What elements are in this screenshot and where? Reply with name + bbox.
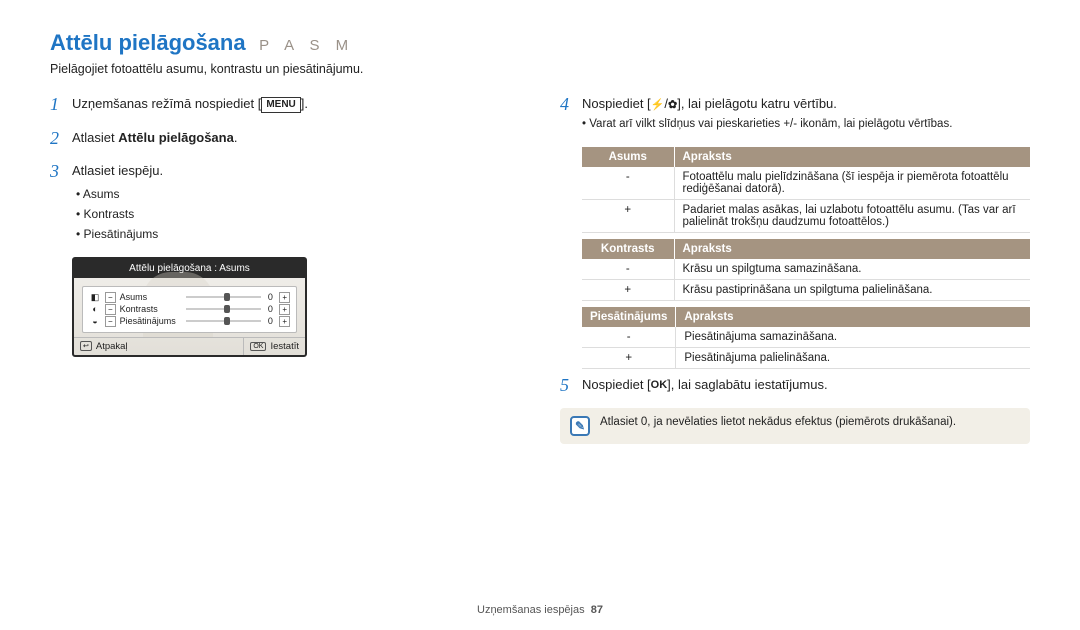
table-row: +Krāsu pastiprināšana un spilgtuma palie… — [582, 279, 1030, 300]
cell-key: - — [582, 167, 674, 200]
plus-button[interactable]: + — [279, 292, 290, 303]
table-row: -Fotoattēlu malu pielīdzināšana (šī iesp… — [582, 167, 1030, 200]
step-4-before: Nospiediet [ — [582, 96, 651, 111]
kontrasts-table: KontrastsApraksts -Krāsu un spilgtuma sa… — [582, 239, 1030, 301]
page-subtitle: Pielāgojiet fotoattēlu asumu, kontrastu … — [50, 62, 1030, 76]
cell-desc: Krāsu pastiprināšana un spilgtuma paliel… — [674, 279, 1030, 300]
table-row: -Piesātinājuma samazināšana. — [582, 327, 1030, 348]
back-icon: ↩ — [80, 341, 92, 351]
slider-value: 0 — [265, 292, 275, 302]
step-1-body: Uzņemšanas režīmā nospiediet [MENU]. — [72, 94, 308, 116]
step-3-bullets: Asums Kontrasts Piesātinājums — [76, 185, 163, 243]
cell-desc: Fotoattēlu malu pielīdzināšana (šī iespē… — [674, 167, 1030, 200]
table-header: Piesātinājums — [582, 307, 676, 327]
step-number: 1 — [50, 94, 72, 116]
slider-track[interactable] — [186, 296, 262, 298]
step-4-after: ], lai pielāgotu katru vērtību. — [677, 96, 837, 111]
slider-track[interactable] — [186, 308, 262, 310]
step-5-after: ], lai saglabātu iestatījumus. — [667, 377, 827, 392]
slider-track[interactable] — [186, 320, 262, 322]
bullet-kontrasts: Kontrasts — [76, 205, 163, 223]
table-header: Asums — [582, 147, 674, 167]
cell-desc: Padariet malas asākas, lai uzlabotu foto… — [674, 199, 1030, 232]
page-footer: Uzņemšanas iespējas 87 — [0, 604, 1080, 616]
back-button[interactable]: ↩ Atpakaļ — [74, 338, 244, 355]
slider-panel: ◧ − Asums 0 + ◐ − Kontrasts 0 + — [82, 286, 297, 333]
slider-value: 0 — [265, 304, 275, 314]
left-column: 1 Uzņemšanas režīmā nospiediet [MENU]. 2… — [50, 94, 520, 444]
slider-label: Asums — [120, 292, 182, 302]
bullet-asums: Asums — [76, 185, 163, 203]
slider-row-piesatinajums: ◒ − Piesātinājums 0 + — [89, 316, 290, 327]
camera-screen-mockup: Attēlu pielāgošana : Asums ◧ − Asums 0 +… — [72, 257, 307, 357]
back-label: Atpakaļ — [96, 341, 128, 352]
ok-icon: OK — [250, 342, 266, 351]
slider-label: Piesātinājums — [120, 316, 182, 326]
slider-label: Kontrasts — [120, 304, 182, 314]
table-row: +Piesātinājuma palielināšana. — [582, 347, 1030, 368]
step-1-after: ]. — [301, 96, 308, 111]
table-header: Apraksts — [674, 239, 1030, 259]
info-icon: ✎ — [570, 416, 590, 436]
step-2-prefix: Atlasiet — [72, 130, 118, 145]
cell-key: - — [582, 259, 674, 280]
cell-key: + — [582, 279, 674, 300]
piesatinajums-table: PiesātinājumsApraksts -Piesātinājuma sam… — [582, 307, 1030, 369]
cell-desc: Krāsu un spilgtuma samazināšana. — [674, 259, 1030, 280]
minus-button[interactable]: − — [105, 316, 116, 327]
left-nav-icon: ⚡ — [651, 99, 665, 111]
step-3-body: Atlasiet iespēju. Asums Kontrasts Piesāt… — [72, 161, 163, 245]
page-title: Attēlu pielāgošana — [50, 30, 246, 55]
footer-page: 87 — [591, 604, 603, 616]
set-label: Iestatīt — [270, 341, 299, 352]
step-number: 4 — [560, 94, 582, 135]
cell-key: + — [582, 199, 674, 232]
cell-desc: Piesātinājuma samazināšana. — [676, 327, 1030, 348]
cell-key: + — [582, 347, 676, 368]
step-number: 5 — [560, 375, 582, 397]
bullet-piesatinajums: Piesātinājums — [76, 225, 163, 243]
table-header: Apraksts — [674, 147, 1030, 167]
cell-desc: Piesātinājuma palielināšana. — [676, 347, 1030, 368]
minus-button[interactable]: − — [105, 304, 116, 315]
note-box: ✎ Atlasiet 0, ja nevēlaties lietot nekād… — [560, 408, 1030, 444]
footer-section: Uzņemšanas iespējas — [477, 604, 585, 616]
step-number: 3 — [50, 161, 72, 245]
table-row: +Padariet malas asākas, lai uzlabotu fot… — [582, 199, 1030, 232]
step-3-text: Atlasiet iespēju. — [72, 163, 163, 178]
step-1-text: Uzņemšanas režīmā nospiediet [ — [72, 96, 261, 111]
sharpness-icon: ◧ — [89, 292, 101, 303]
menu-button-icon: MENU — [261, 97, 300, 113]
saturation-icon: ◒ — [89, 316, 101, 326]
mode-indicators: P A S M — [259, 37, 354, 54]
set-button[interactable]: OK Iestatīt — [244, 338, 305, 355]
slider-row-asums: ◧ − Asums 0 + — [89, 292, 290, 303]
note-text: Atlasiet 0, ja nevēlaties lietot nekādus… — [600, 416, 956, 428]
step-5-body: Nospiediet [OK], lai saglabātu iestatīju… — [582, 375, 828, 397]
table-header: Kontrasts — [582, 239, 674, 259]
minus-button[interactable]: − — [105, 292, 116, 303]
plus-button[interactable]: + — [279, 304, 290, 315]
step-2-bold: Attēlu pielāgošana — [118, 130, 234, 145]
table-row: -Krāsu un spilgtuma samazināšana. — [582, 259, 1030, 280]
asums-table: AsumsApraksts -Fotoattēlu malu pielīdzin… — [582, 147, 1030, 233]
contrast-icon: ◐ — [89, 304, 101, 314]
table-header: Apraksts — [676, 307, 1030, 327]
step-2-body: Atlasiet Attēlu pielāgošana. — [72, 128, 237, 150]
right-nav-icon: ✿ — [668, 99, 677, 111]
slider-value: 0 — [265, 316, 275, 326]
step-4-body: Nospiediet [⚡/✿], lai pielāgotu katru vē… — [582, 94, 952, 135]
plus-button[interactable]: + — [279, 316, 290, 327]
slider-row-kontrasts: ◐ − Kontrasts 0 + — [89, 304, 290, 315]
cell-key: - — [582, 327, 676, 348]
step-4-bullet: Varat arī vilkt slīdņus vai pieskarietie… — [582, 116, 952, 133]
right-column: 4 Nospiediet [⚡/✿], lai pielāgotu katru … — [560, 94, 1030, 444]
step-5-before: Nospiediet [ — [582, 377, 651, 392]
ok-button-icon: OK — [651, 377, 668, 394]
step-2-suffix: . — [234, 130, 238, 145]
step-number: 2 — [50, 128, 72, 150]
